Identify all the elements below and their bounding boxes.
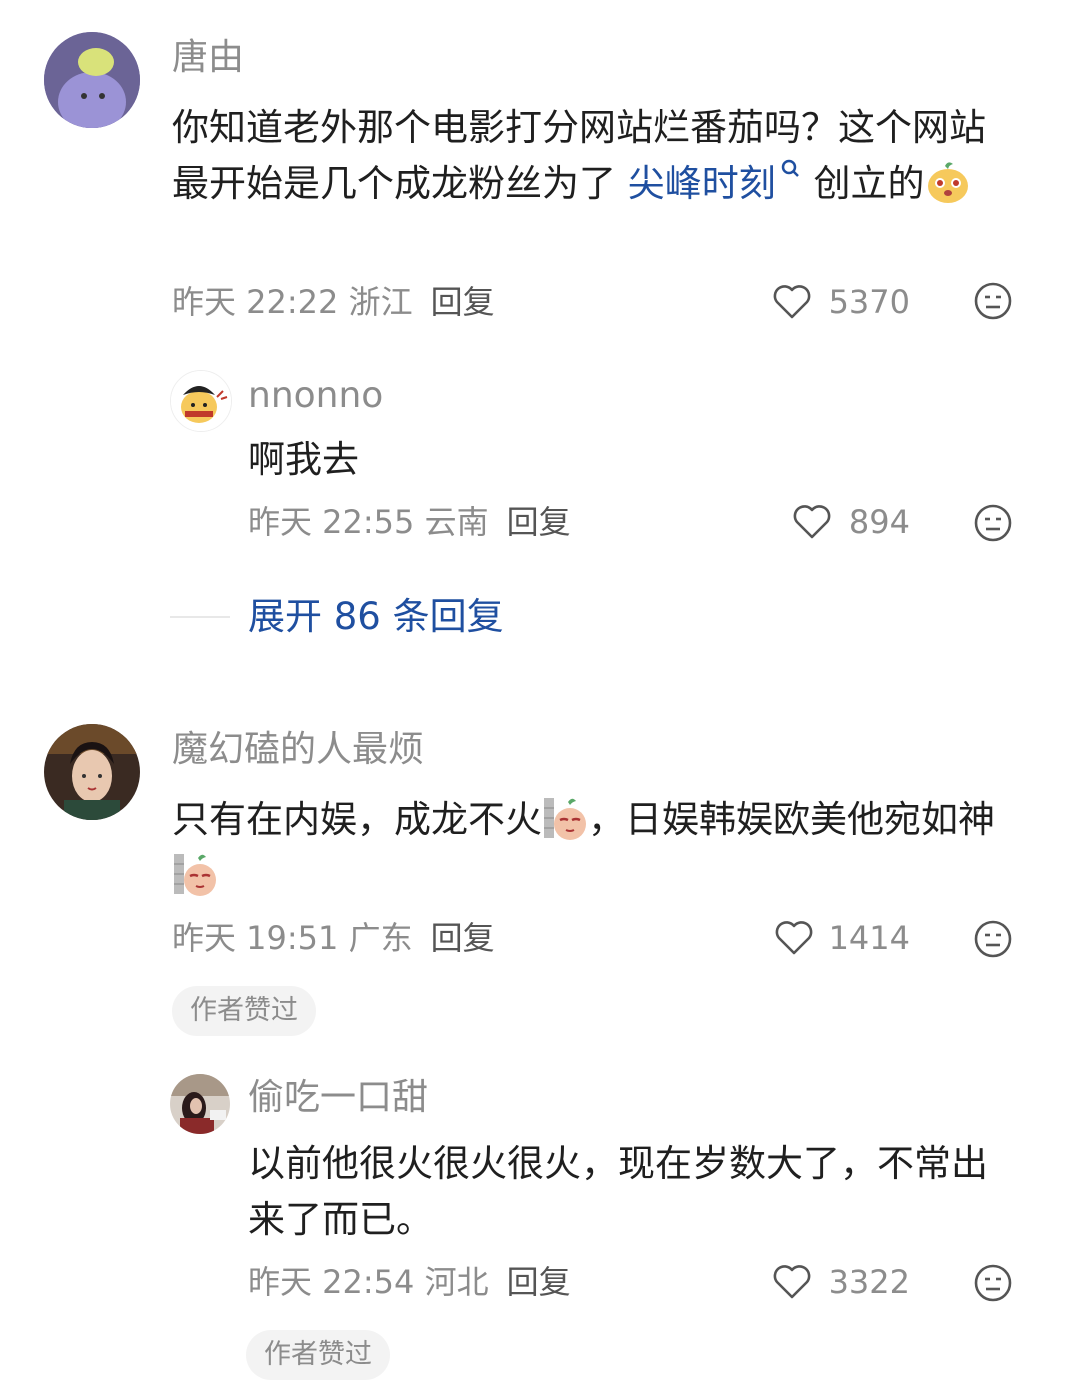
like-button[interactable]: 5370 <box>770 280 910 324</box>
like-button[interactable]: 1414 <box>770 916 910 960</box>
author-liked-badge: 作者赞过 <box>246 1330 390 1380</box>
heart-icon <box>773 285 811 319</box>
like-count: 1414 <box>828 919 910 957</box>
like-count: 894 <box>848 503 910 541</box>
neutral-face-icon <box>974 282 1012 320</box>
comment-text-part2: ，日娱韩娱欧美他宛如神 <box>588 798 995 841</box>
topic-link-label: 尖峰时刻 <box>627 162 776 205</box>
comment-text-after: 创立的 <box>801 162 925 205</box>
comment-meta: 昨天 19:51 广东 回复 <box>172 918 495 958</box>
heart-icon <box>775 921 813 955</box>
avatar[interactable] <box>44 724 140 820</box>
comment-text: 你知道老外那个电影打分网站烂番茄吗？这个网站最开始是几个成龙粉丝为了 尖峰时刻 … <box>172 100 1022 212</box>
comment-text-part1: 只有在内娱，成龙不火 <box>172 798 542 841</box>
dislike-button[interactable] <box>972 918 1014 960</box>
comment-meta: 昨天 22:22 浙江 回复 <box>172 282 495 322</box>
author-liked-badge: 作者赞过 <box>172 986 316 1036</box>
like-button[interactable]: 894 <box>770 500 910 544</box>
reply-avatar[interactable] <box>170 370 232 432</box>
reply-meta: 昨天 22:55 云南 回复 <box>248 502 571 542</box>
comment-time-location: 昨天 19:51 广东 <box>172 919 413 957</box>
heart-icon <box>773 1265 811 1299</box>
like-count: 3322 <box>828 1263 910 1301</box>
comment-username[interactable]: 唐由 <box>172 36 244 80</box>
topic-link[interactable]: 尖峰时刻 <box>627 159 802 205</box>
expand-divider <box>170 616 230 618</box>
avatar[interactable] <box>44 32 140 128</box>
dislike-button[interactable] <box>972 502 1014 544</box>
reply-username[interactable]: nnonno <box>248 374 383 418</box>
avatar-image <box>171 371 231 431</box>
avatar-image <box>44 724 140 820</box>
reply-meta: 昨天 22:54 河北 回复 <box>248 1262 571 1302</box>
reply-button[interactable]: 回复 <box>507 503 571 541</box>
reply-button[interactable]: 回复 <box>431 919 495 957</box>
avatar-image <box>44 32 140 128</box>
like-button[interactable]: 3322 <box>770 1260 910 1304</box>
search-icon <box>781 159 799 177</box>
reply-text: 啊我去 <box>248 438 359 481</box>
reply-button[interactable]: 回复 <box>507 1263 571 1301</box>
comment-text: 只有在内娱，成龙不火 ，日娱韩娱欧美他宛如神 <box>172 792 1022 904</box>
reply-time-location: 昨天 22:55 云南 <box>248 503 489 541</box>
heart-icon <box>793 505 831 539</box>
like-count: 5370 <box>828 283 910 321</box>
neutral-face-icon <box>974 920 1012 958</box>
reply-button[interactable]: 回复 <box>431 283 495 321</box>
peeking-wall-emoji-icon <box>174 854 216 896</box>
neutral-face-icon <box>974 1264 1012 1302</box>
reply-username[interactable]: 偷吃一口甜 <box>248 1076 428 1120</box>
cute-face-emoji-icon <box>927 162 968 203</box>
avatar-image <box>170 1074 230 1134</box>
reply-avatar[interactable] <box>170 1074 230 1134</box>
peeking-wall-emoji-icon <box>544 798 586 840</box>
neutral-face-icon <box>974 504 1012 542</box>
reply-time-location: 昨天 22:54 河北 <box>248 1263 489 1301</box>
comment-time-location: 昨天 22:22 浙江 <box>172 283 413 321</box>
dislike-button[interactable] <box>972 1262 1014 1304</box>
reply-text: 以前他很火很火很火，现在岁数大了，不常出来了而已。 <box>248 1142 988 1241</box>
expand-replies-button[interactable]: 展开 86 条回复 <box>248 592 504 642</box>
dislike-button[interactable] <box>972 280 1014 322</box>
comment-username[interactable]: 魔幻磕的人最烦 <box>172 728 424 772</box>
